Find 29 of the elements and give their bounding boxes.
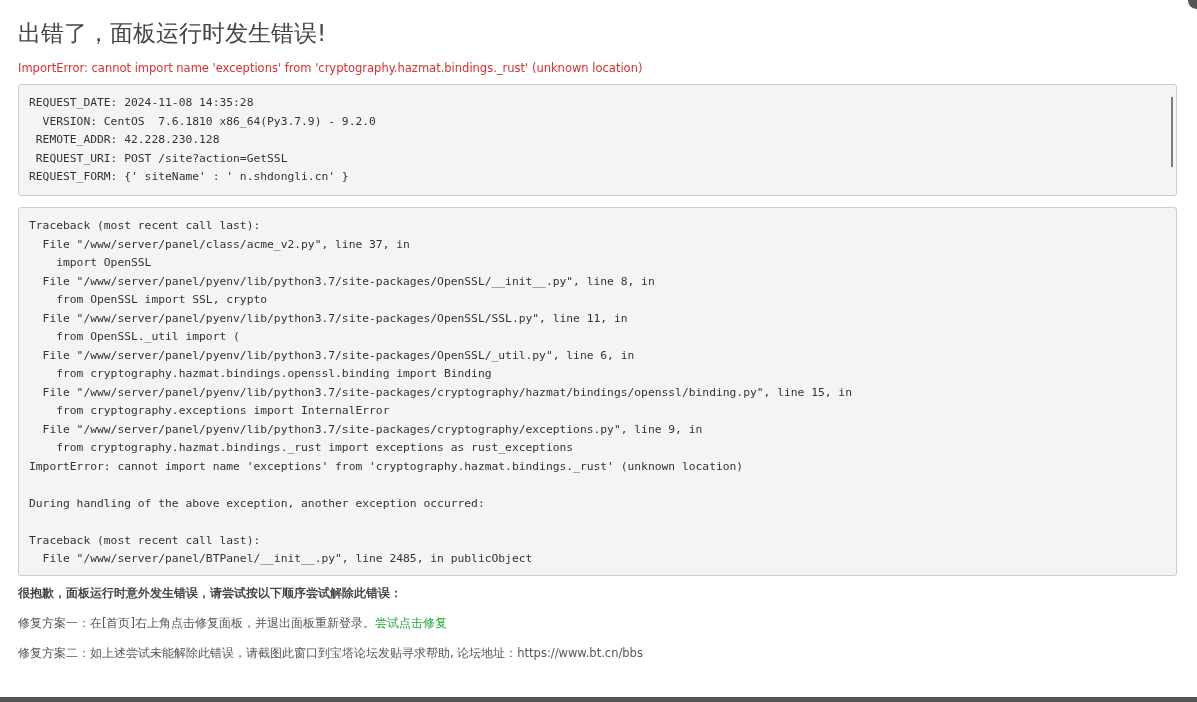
request-info-line: REMOTE_ADDR: 42.228.230.128 [34,132,221,148]
error-title: 出错了，面板运行时发生错误! [18,19,328,48]
traceback-line: File "/www/server/panel/pyenv/lib/python3.7/site-packages/cryptography/hazmat/bindings/openssl/binding.py", line 15, in [41,384,853,401]
traceback-line: File "/www/server/panel/pyenv/lib/python3.7/site-packages/OpenSSL/SSL.py", line 11, in [41,310,629,327]
traceback-line: File "/www/server/panel/pyenv/lib/python3.7/site-packages/OpenSSL/__init__.py", line 8, in [41,273,656,290]
traceback-line: from cryptography.hazmat.bindings._rust import exceptions as rust_exceptions [55,440,575,456]
traceback-line: from OpenSSL._util import ( [55,329,241,345]
traceback-line: from cryptography.hazmat.bindings.openssl.binding import Binding [55,366,493,382]
traceback-line: from cryptography.exceptions import InternalError [55,403,391,419]
fix-text: 修复方案二：如上述尝试未能解除此错误，请截图此窗口到宝塔论坛发贴寻求帮助, 论坛地址：https://www.bt.cn/bbs [18,646,644,661]
error-message: ImportError: cannot import name 'exceptions' from 'cryptography.hazmat.bindings._rust' (unknown location) [18,61,644,77]
help-heading: 很抱歉，面板运行时意外发生错误，请尝试按以下顺序尝试解除此错误： [18,586,403,601]
traceback-line: ImportError: cannot import name 'exceptions' from 'cryptography.hazmat.bindings._rust' (unknown location) [29,458,745,475]
repair-link[interactable]: 尝试点击修复 [375,616,447,630]
request-info-line: REQUEST_FORM: {' siteName' : ' n.shdongli.cn' } [29,169,350,185]
request-info-line: REQUEST_DATE: 2024-11-08 14:35:28 [29,95,255,111]
traceback-line: File "/www/server/panel/pyenv/lib/python3.7/site-packages/OpenSSL/_util.py", line 6, in [41,347,636,364]
traceback-line: Traceback (most recent call last): [29,218,262,234]
fix-text: 修复方案一：在[首页]右上角点击修复面板，并退出面板重新登录。 [18,616,375,630]
request-info-line: REQUEST_URI: POST /site?action=GetSSL [34,150,289,167]
request-info-line: VERSION: CentOS 7.6.1810 x86_64(Py3.7.9) - 9.2.0 [41,113,377,130]
traceback-line: import OpenSSL [55,255,153,271]
traceback-line: File "/www/server/panel/class/acme_v2.py", line 37, in [41,236,411,253]
traceback-line: During handling of the above exception, another exception occurred: [29,495,486,512]
traceback-line: Traceback (most recent call last): [29,532,262,549]
traceback-line: from OpenSSL import SSL, crypto [55,292,269,308]
traceback-line: File "/www/server/panel/BTPanel/__init__.py", line 2485, in publicObject [41,551,534,567]
scrollbar[interactable] [1171,97,1173,167]
traceback-line: File "/www/server/panel/pyenv/lib/python3.7/site-packages/cryptography/exceptions.py", line 9, in [41,421,704,438]
